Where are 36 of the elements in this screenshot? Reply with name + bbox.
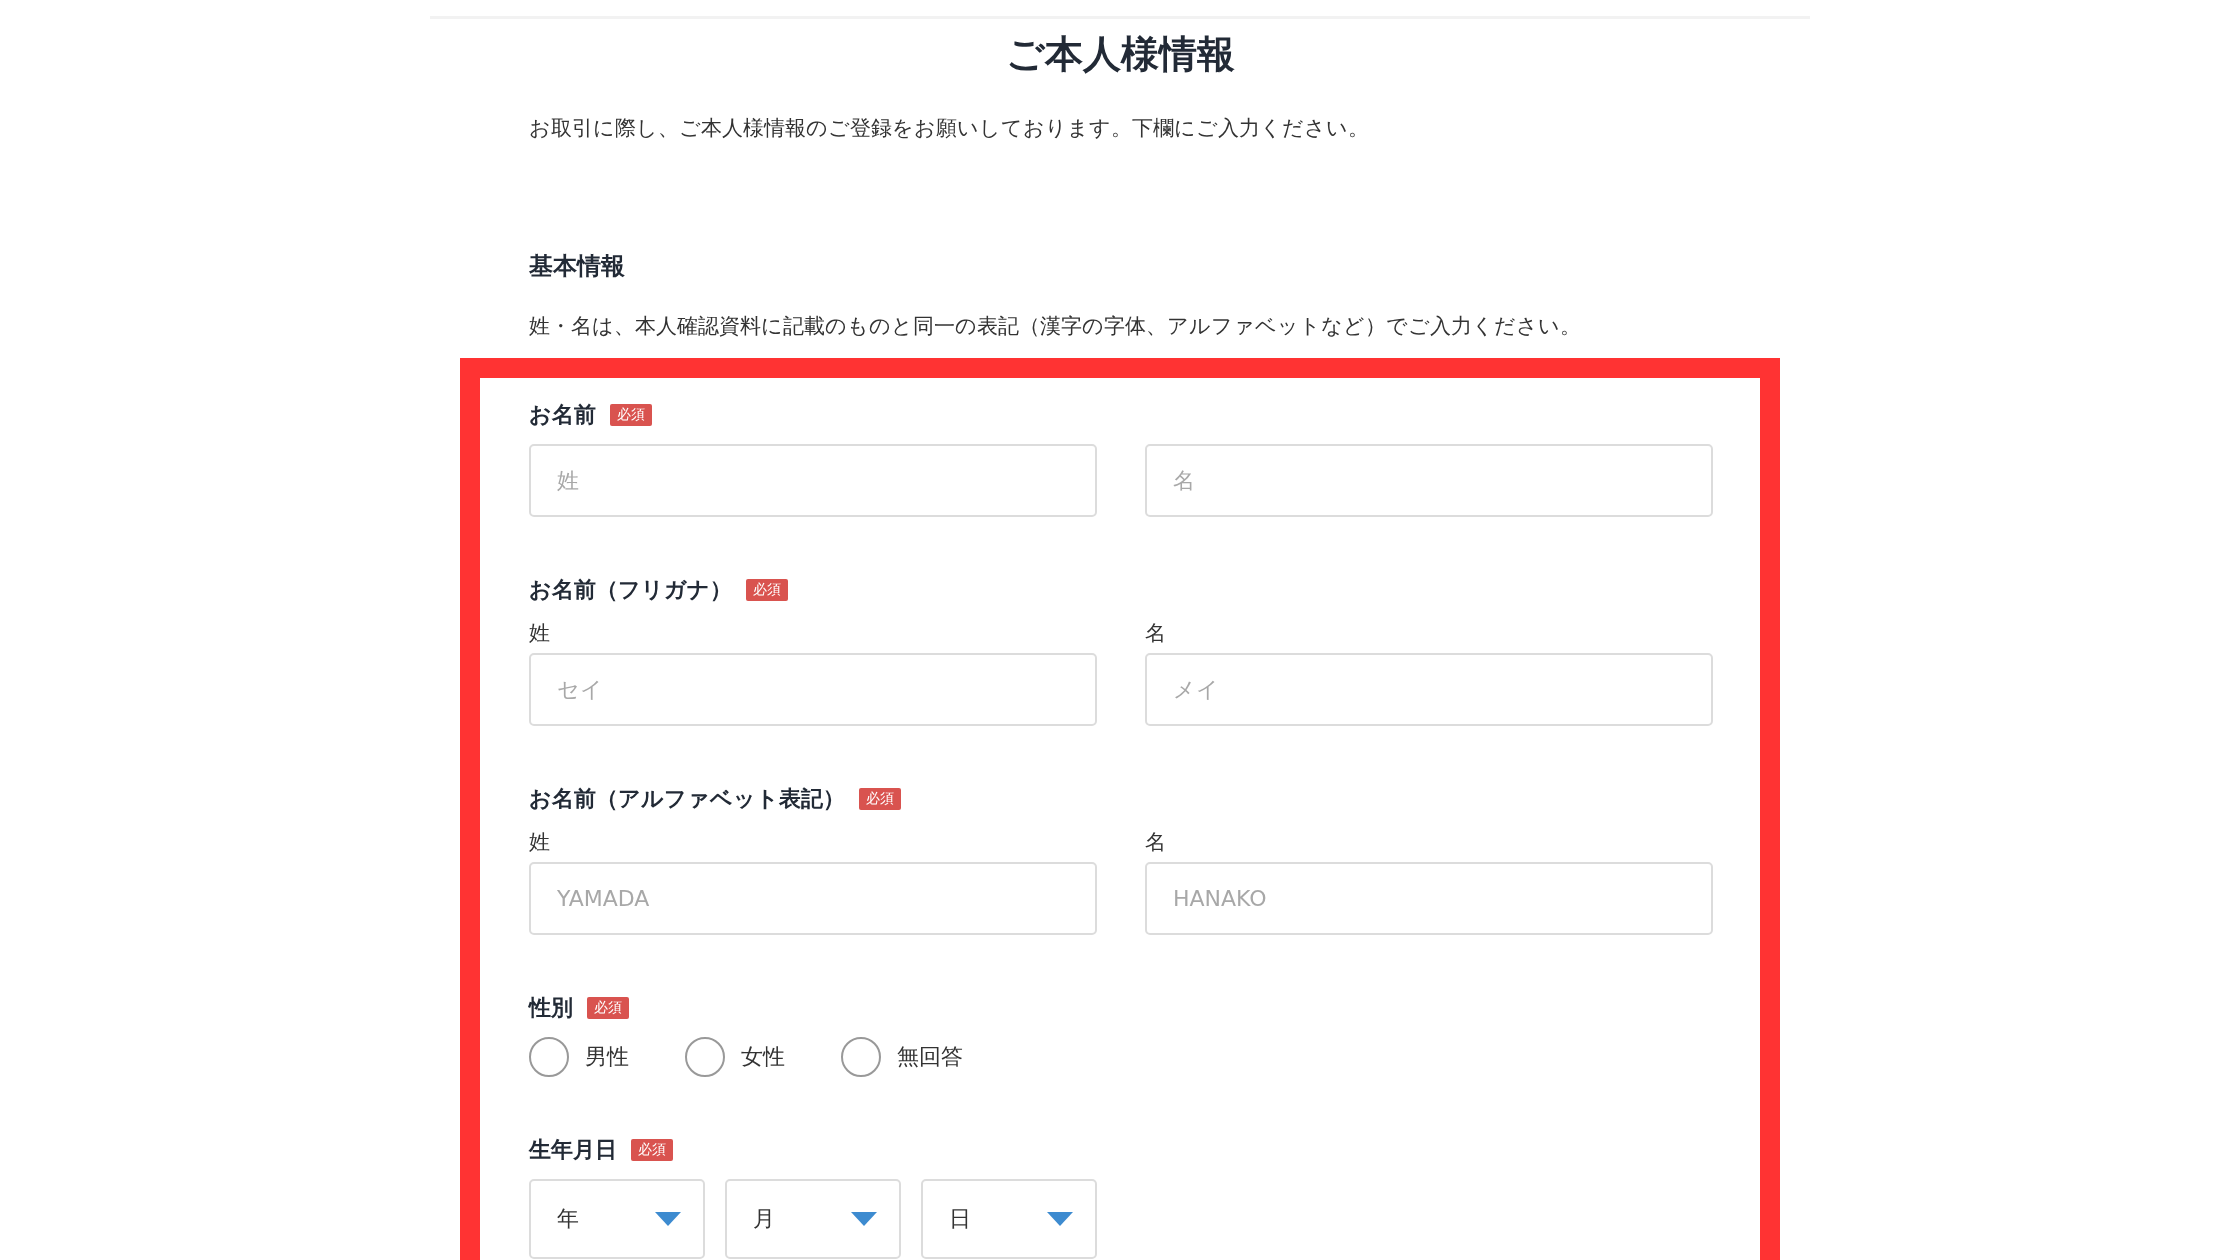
radio-label: 女性 <box>741 1043 785 1071</box>
dropdown-select[interactable]: 年 <box>529 1179 705 1259</box>
radio-button[interactable] <box>685 1037 725 1077</box>
required-badge: 必須 <box>631 1139 673 1161</box>
radio-button[interactable] <box>529 1037 569 1077</box>
field-label: 性別 <box>529 994 573 1022</box>
input-label: 姓 <box>529 620 551 647</box>
field-label: お名前（アルファベット表記） <box>529 785 845 813</box>
input-label: 名 <box>1145 829 1167 856</box>
caret-icon <box>655 1212 681 1226</box>
text-input[interactable]: 名 <box>1145 444 1713 517</box>
caret-icon <box>1047 1212 1073 1226</box>
dropdown-select[interactable]: 日 <box>921 1179 1097 1259</box>
text-input[interactable]: HANAKO <box>1145 862 1713 935</box>
field-label: お名前（フリガナ） <box>529 576 732 604</box>
radio-button[interactable] <box>841 1037 881 1077</box>
section-note: 姓・名は、本人確認資料に記載のものと同一の表記（漢字の字体、アルファベットなど）でご入力ください。 <box>529 313 1582 340</box>
field-label: お名前 <box>529 401 596 429</box>
required-badge: 必須 <box>587 997 629 1019</box>
input-label: 姓 <box>529 829 551 856</box>
input-label: 名 <box>1145 620 1167 647</box>
section-heading: 基本情報 <box>529 251 626 282</box>
field-label: 生年月日 <box>529 1136 617 1164</box>
dropdown-select[interactable]: 月 <box>725 1179 901 1259</box>
text-input[interactable]: YAMADA <box>529 862 1097 935</box>
radio-label: 無回答 <box>897 1043 963 1071</box>
page-title: ご本人様情報 <box>1004 31 1236 78</box>
intro-text: お取引に際し、ご本人様情報のご登録をお願いしております。下欄にご入力ください。 <box>529 115 1370 142</box>
required-badge: 必須 <box>610 404 652 426</box>
radio-label: 男性 <box>585 1043 629 1071</box>
text-input[interactable]: メイ <box>1145 653 1713 726</box>
required-badge: 必須 <box>859 788 901 810</box>
text-input[interactable]: セイ <box>529 653 1097 726</box>
caret-icon <box>851 1212 877 1226</box>
required-badge: 必須 <box>746 579 788 601</box>
text-input[interactable]: 姓 <box>529 444 1097 517</box>
